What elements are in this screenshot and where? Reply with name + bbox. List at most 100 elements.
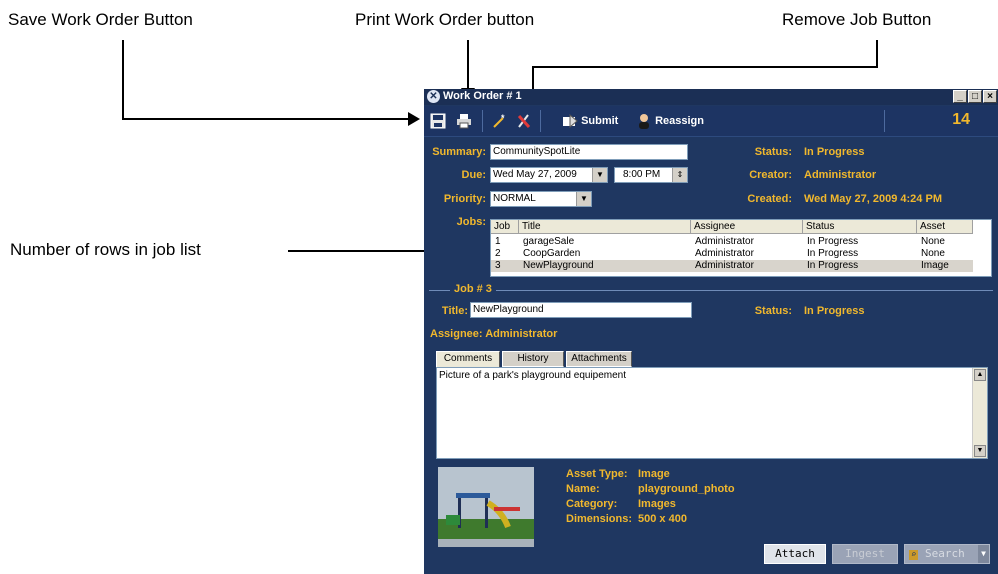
job-title: garageSale <box>523 236 575 247</box>
work-order-window: ✕ Work Order # 1 _ □ × * Submit Reassign… <box>424 89 998 574</box>
due-date-value: Wed May 27, 2009 <box>493 169 577 180</box>
job-title-label: Title: <box>441 305 468 317</box>
column-header-assignee[interactable]: Assignee <box>691 220 803 234</box>
ingest-button[interactable]: Ingest <box>832 544 898 564</box>
save-icon <box>430 113 446 129</box>
toolbar: * Submit Reassign 14 <box>424 106 998 137</box>
created-value: Wed May 27, 2009 4:24 PM <box>804 193 942 205</box>
due-time-value: 8:00 PM <box>623 169 661 180</box>
scroll-up-icon[interactable]: ▲ <box>974 369 986 381</box>
reassign-button[interactable]: Reassign <box>636 112 704 130</box>
asset-dimensions-value: 500 x 400 <box>638 513 687 525</box>
job-asset: None <box>921 248 945 259</box>
column-header-title[interactable]: Title <box>519 220 691 234</box>
toolbar-separator <box>482 110 483 132</box>
callout-remove-job-button: Remove Job Button <box>782 10 932 29</box>
search-icon: ⌕ <box>909 550 919 560</box>
print-work-order-button[interactable] <box>456 112 472 130</box>
submit-label: Submit <box>581 115 619 127</box>
remove-job-button[interactable] <box>516 112 532 130</box>
toolbar-separator <box>884 110 885 132</box>
summary-input[interactable]: CommunitySpotLite <box>490 144 688 160</box>
created-label: Created: <box>747 193 792 205</box>
close-button[interactable]: × <box>983 90 997 103</box>
chevron-down-icon[interactable]: ▼ <box>978 545 989 563</box>
job-asset: None <box>921 236 945 247</box>
dropdown-arrow-icon[interactable]: ▼ <box>576 192 591 206</box>
callout-print-button: Print Work Order button <box>355 10 535 29</box>
job-status-label: Status: <box>754 305 792 317</box>
job-assignee: Administrator <box>695 236 754 247</box>
reassign-label: Reassign <box>655 115 704 127</box>
job-assignee-row: Assignee: Administrator <box>430 328 557 340</box>
column-header-status[interactable]: Status <box>803 220 917 234</box>
svg-text:*: * <box>501 113 505 123</box>
printer-icon <box>457 114 471 129</box>
minimize-button[interactable]: _ <box>953 90 967 103</box>
table-row[interactable]: 1 garageSale Administrator In Progress N… <box>491 236 973 248</box>
spinner-arrows-icon[interactable]: ⇕ <box>672 168 687 182</box>
job-asset: Image <box>921 260 949 271</box>
user-icon <box>639 114 649 130</box>
callout-line <box>122 118 412 120</box>
job-assignee: Administrator <box>695 260 754 271</box>
scroll-down-icon[interactable]: ▼ <box>974 445 986 457</box>
job-number: 2 <box>495 248 501 259</box>
job-title: NewPlayground <box>523 260 594 271</box>
search-label: Search <box>925 547 965 560</box>
window-title: Work Order # 1 <box>443 90 522 102</box>
status-value: In Progress <box>804 146 865 158</box>
submit-button[interactable]: Submit <box>562 112 618 130</box>
priority-label: Priority: <box>443 193 486 205</box>
due-time-spinner[interactable]: 8:00 PM ⇕ <box>614 167 688 183</box>
vertical-scrollbar[interactable]: ▲ ▼ <box>972 368 987 458</box>
due-label: Due: <box>461 169 486 181</box>
job-title-input[interactable]: NewPlayground <box>470 302 692 318</box>
job-title: CoopGarden <box>523 248 581 259</box>
priority-select[interactable]: NORMAL ▼ <box>490 191 592 207</box>
due-date-picker[interactable]: Wed May 27, 2009 ▼ <box>490 167 608 183</box>
job-row-count: 14 <box>952 111 970 128</box>
jobs-table[interactable]: Job Title Assignee Status Asset 1 garage… <box>490 219 992 277</box>
title-bar: ✕ Work Order # 1 _ □ × <box>424 89 998 105</box>
asset-category-label: Category: <box>566 498 618 510</box>
asset-category-value: Images <box>638 498 676 510</box>
tab-comments[interactable]: Comments <box>436 351 500 368</box>
asset-info: Asset Type: Image Name: playground_photo C… <box>566 468 786 525</box>
attach-button[interactable]: Attach <box>764 544 826 564</box>
job-status: In Progress <box>807 260 859 271</box>
magic-wand-icon: * <box>493 113 505 128</box>
asset-type-label: Asset Type: <box>566 468 628 480</box>
table-row-selected[interactable]: 3 NewPlayground Administrator In Progres… <box>491 260 973 272</box>
callout-line <box>876 40 878 67</box>
column-header-asset[interactable]: Asset <box>917 220 973 234</box>
edit-job-button[interactable]: * <box>492 112 508 130</box>
dropdown-arrow-icon[interactable]: ▼ <box>592 168 607 182</box>
creator-label: Creator: <box>749 169 792 181</box>
job-heading: Job # 3 <box>450 283 496 295</box>
asset-thumbnail <box>438 467 534 547</box>
tab-history[interactable]: History <box>502 351 564 367</box>
comment-text: Picture of a park's playground equipemen… <box>439 370 627 381</box>
callout-line <box>467 40 469 90</box>
job-assignee-value: Administrator <box>485 328 558 340</box>
creator-value: Administrator <box>804 169 877 181</box>
callout-save-button: Save Work Order Button <box>8 10 193 29</box>
column-header-job[interactable]: Job <box>491 220 519 234</box>
section-divider <box>429 290 993 291</box>
maximize-button[interactable]: □ <box>968 90 982 103</box>
job-number: 3 <box>495 260 501 271</box>
job-number: 1 <box>495 236 501 247</box>
tab-attachments[interactable]: Attachments <box>566 351 632 367</box>
callout-line <box>532 66 878 68</box>
table-row[interactable]: 2 CoopGarden Administrator In Progress N… <box>491 248 973 260</box>
submit-icon <box>563 114 578 129</box>
save-work-order-button[interactable] <box>430 112 446 130</box>
asset-dimensions-label: Dimensions: <box>566 513 633 525</box>
comments-textarea[interactable]: Picture of a park's playground equipemen… <box>436 367 988 459</box>
status-label: Status: <box>754 146 792 158</box>
search-button[interactable]: ⌕ Search ▼ <box>904 544 990 564</box>
asset-name-value: playground_photo <box>638 483 735 495</box>
callout-line <box>122 40 124 119</box>
remove-job-icon <box>517 114 531 129</box>
